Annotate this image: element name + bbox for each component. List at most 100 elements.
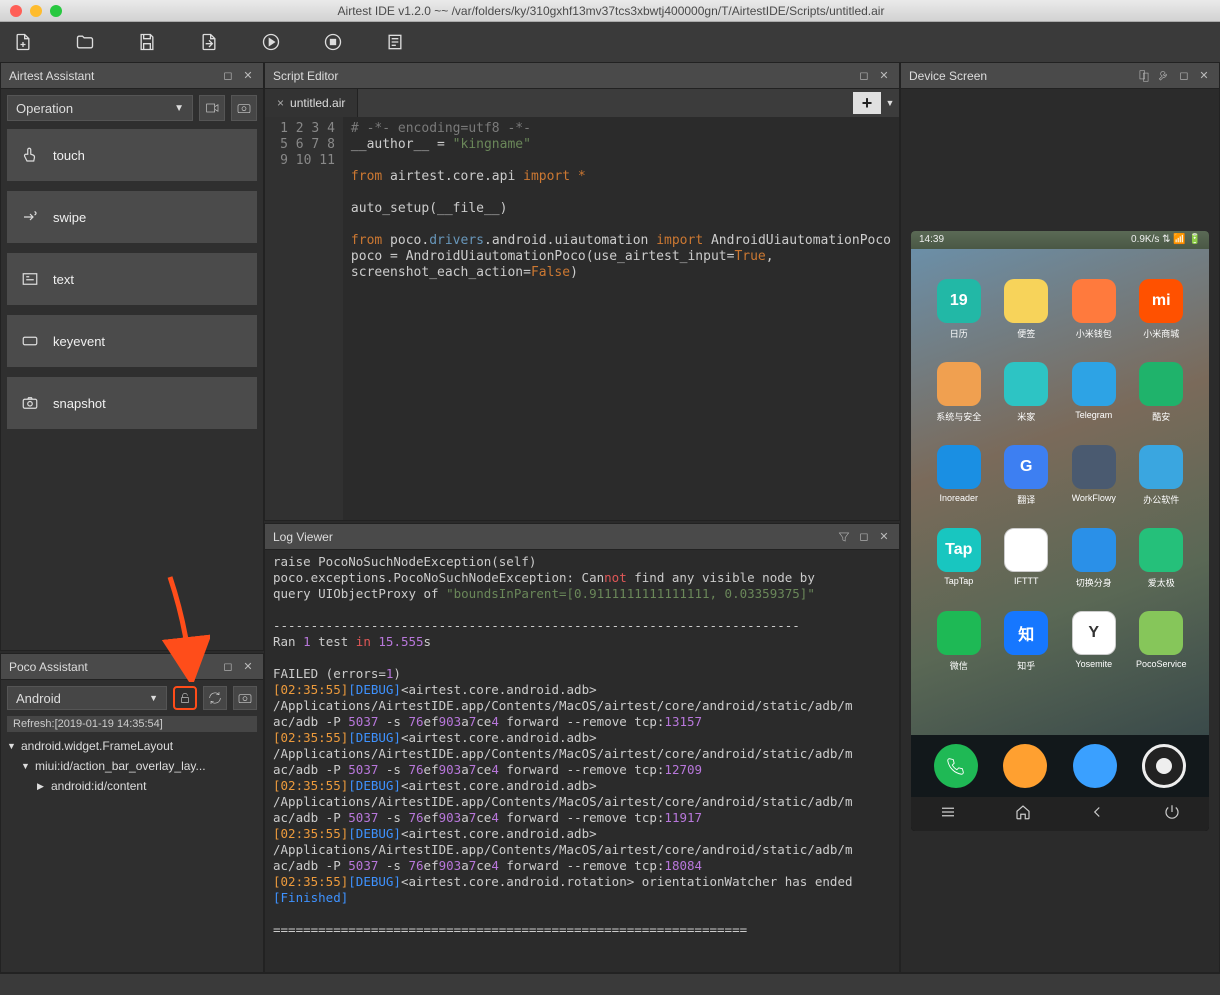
window-controls <box>0 5 62 17</box>
phone-app[interactable]: Telegram <box>1060 362 1128 423</box>
export-button[interactable] <box>198 31 220 53</box>
phone-nav-home-icon[interactable] <box>1014 803 1032 824</box>
device-tools-icon[interactable] <box>1157 69 1171 83</box>
editor-tab[interactable]: × untitled.air <box>265 89 358 117</box>
report-button[interactable] <box>384 31 406 53</box>
phone-app[interactable]: 19日历 <box>925 279 993 340</box>
phone-app[interactable]: PocoService <box>1128 611 1196 672</box>
phone-nav-menu-icon[interactable] <box>939 803 957 824</box>
phone-app-label: Yosemite <box>1075 659 1112 669</box>
zoom-window-button[interactable] <box>50 5 62 17</box>
tree-row[interactable]: ▶android:id/content <box>7 776 257 796</box>
phone-dock-browser-icon[interactable] <box>1073 744 1117 788</box>
phone-dock-phone-icon[interactable] <box>934 744 978 788</box>
tree-row[interactable]: ▼miui:id/action_bar_overlay_lay... <box>7 756 257 776</box>
panel-float-icon[interactable]: ◻ <box>857 69 871 83</box>
phone-app-icon <box>1072 362 1116 406</box>
log-viewer-header: Log Viewer ◻ ✕ <box>265 524 899 550</box>
poco-refresh-button[interactable] <box>203 686 227 710</box>
phone-app[interactable]: 小米钱包 <box>1060 279 1128 340</box>
phone-app-icon <box>1004 279 1048 323</box>
phone-app-icon <box>1072 445 1116 489</box>
phone-app[interactable]: Inoreader <box>925 445 993 506</box>
stop-button[interactable] <box>322 31 344 53</box>
code-editor[interactable]: 1 2 3 4 5 6 7 8 9 10 11 # -*- encoding=u… <box>265 117 899 520</box>
panel-float-icon[interactable]: ◻ <box>221 660 235 674</box>
touch-button[interactable]: touch <box>7 129 257 181</box>
text-button[interactable]: text <box>7 253 257 305</box>
device-mirror[interactable]: 14:39 0.9K/s ⇅ 📶 🔋 19日历便签小米钱包mi小米商城系统与安全… <box>911 231 1209 831</box>
device-connect-icon[interactable] <box>1137 69 1151 83</box>
phone-app[interactable]: 切换分身 <box>1060 528 1128 589</box>
tab-close-icon[interactable]: × <box>277 96 284 110</box>
poco-lock-button[interactable] <box>173 686 197 710</box>
panel-close-icon[interactable]: ✕ <box>1197 69 1211 83</box>
poco-ui-tree: ▼android.widget.FrameLayout ▼miui:id/act… <box>7 736 257 796</box>
operation-select[interactable]: Operation ▼ <box>7 95 193 121</box>
phone-app-icon: 知 <box>1004 611 1048 655</box>
new-file-button[interactable] <box>12 31 34 53</box>
phone-app[interactable]: 知知乎 <box>993 611 1061 672</box>
panel-float-icon[interactable]: ◻ <box>857 530 871 544</box>
phone-app-icon: Y <box>1072 611 1116 655</box>
record-button[interactable] <box>199 95 225 121</box>
code-content: # -*- encoding=utf8 -*- __author__ = "ki… <box>343 117 899 520</box>
phone-app-icon <box>1139 611 1183 655</box>
phone-app[interactable]: Y Yosemite <box>1060 611 1128 672</box>
phone-app[interactable]: 便签 <box>993 279 1061 340</box>
panel-close-icon[interactable]: ✕ <box>877 69 891 83</box>
phone-app-grid: 19日历便签 小米钱包 mi小米商城系统与安全米家Telegram酷安 Inoread… <box>911 267 1209 684</box>
phone-app-label: 翻译 <box>1017 493 1035 506</box>
log-filter-icon[interactable] <box>837 530 851 544</box>
poco-platform-select[interactable]: Android ▼ <box>7 686 167 710</box>
phone-app-icon: mi <box>1139 279 1183 323</box>
swipe-label: swipe <box>53 210 86 225</box>
phone-app-label: 微信 <box>950 659 968 672</box>
tree-row[interactable]: ▼android.widget.FrameLayout <box>7 736 257 756</box>
save-button[interactable] <box>136 31 158 53</box>
phone-app-label: 小米钱包 <box>1076 327 1112 340</box>
phone-app-icon <box>1139 362 1183 406</box>
minimize-window-button[interactable] <box>30 5 42 17</box>
phone-app[interactable]: mi小米商城 <box>1128 279 1196 340</box>
phone-dock-camera-icon[interactable] <box>1142 744 1186 788</box>
swipe-button[interactable]: swipe <box>7 191 257 243</box>
phone-app-label: 便签 <box>1017 327 1035 340</box>
snapshot-big-button[interactable]: snapshot <box>7 377 257 429</box>
panel-close-icon[interactable]: ✕ <box>241 69 255 83</box>
panel-float-icon[interactable]: ◻ <box>221 69 235 83</box>
phone-app[interactable]: 办公软件 <box>1128 445 1196 506</box>
window-titlebar: Airtest IDE v1.2.0 ~~ /var/folders/ky/31… <box>0 0 1220 22</box>
operation-select-label: Operation <box>16 101 73 116</box>
phone-app[interactable]: 爱太极 <box>1128 528 1196 589</box>
phone-app[interactable]: 米家 <box>993 362 1061 423</box>
phone-app[interactable]: 系统与安全 <box>925 362 993 423</box>
phone-app[interactable]: G翻译 <box>993 445 1061 506</box>
panel-close-icon[interactable]: ✕ <box>877 530 891 544</box>
line-gutter: 1 2 3 4 5 6 7 8 9 10 11 <box>265 117 343 520</box>
phone-app[interactable]: IFTTT <box>993 528 1061 589</box>
poco-assistant-header: Poco Assistant ◻ ✕ <box>1 654 263 680</box>
log-output[interactable]: raise PocoNoSuchNodeException(self)poco.… <box>265 550 899 972</box>
tab-dropdown-button[interactable]: ▼ <box>881 92 899 114</box>
run-button[interactable] <box>260 31 282 53</box>
phone-app-icon <box>937 445 981 489</box>
phone-app[interactable]: 微信 <box>925 611 993 672</box>
phone-nav-power-icon[interactable] <box>1163 803 1181 824</box>
chevron-down-icon: ▼ <box>174 103 184 114</box>
phone-app[interactable]: WorkFlowy <box>1060 445 1128 506</box>
snapshot-button[interactable] <box>231 95 257 121</box>
phone-nav-back-icon[interactable] <box>1088 803 1106 824</box>
phone-app[interactable]: TapTapTap <box>925 528 993 589</box>
phone-app-label: 日历 <box>950 327 968 340</box>
new-tab-button[interactable]: + <box>853 92 881 114</box>
keyevent-button[interactable]: keyevent <box>7 315 257 367</box>
open-folder-button[interactable] <box>74 31 96 53</box>
poco-snapshot-button[interactable] <box>233 686 257 710</box>
panel-close-icon[interactable]: ✕ <box>241 660 255 674</box>
panel-float-icon[interactable]: ◻ <box>1177 69 1191 83</box>
close-window-button[interactable] <box>10 5 22 17</box>
phone-app-label: IFTTT <box>1014 576 1039 586</box>
phone-dock-notes-icon[interactable] <box>1003 744 1047 788</box>
phone-app[interactable]: 酷安 <box>1128 362 1196 423</box>
